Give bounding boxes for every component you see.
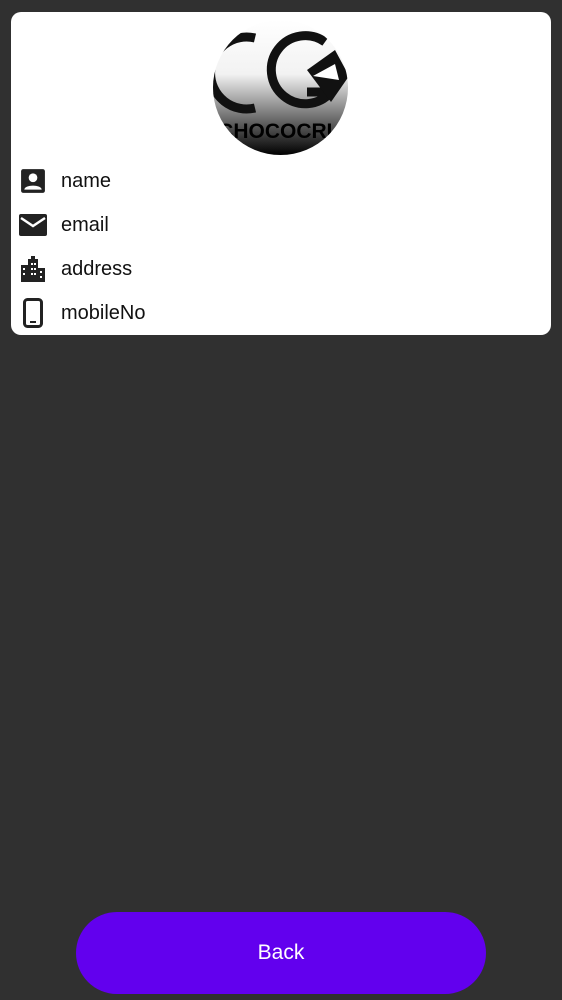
profile-field-label: mobileNo <box>61 301 146 324</box>
contact-card-icon <box>19 166 47 196</box>
profile-card: CHOCOCRU name email address mobileNo <box>11 12 551 335</box>
mail-icon <box>19 210 47 240</box>
profile-field-email: email <box>19 210 109 240</box>
profile-field-address: address <box>19 254 132 284</box>
logo-avatar: CHOCOCRU <box>213 20 348 155</box>
profile-field-name: name <box>19 166 111 196</box>
smartphone-icon <box>19 298 47 328</box>
back-button[interactable]: Back <box>76 912 486 994</box>
profile-field-label: email <box>61 213 109 236</box>
profile-field-label: name <box>61 169 112 192</box>
profile-field-label: address <box>61 257 133 280</box>
logo-text: CHOCOCRU <box>218 120 342 143</box>
logo-image: CHOCOCRU <box>213 20 348 155</box>
profile-field-mobile: mobileNo <box>19 298 145 328</box>
city-icon <box>19 254 47 284</box>
